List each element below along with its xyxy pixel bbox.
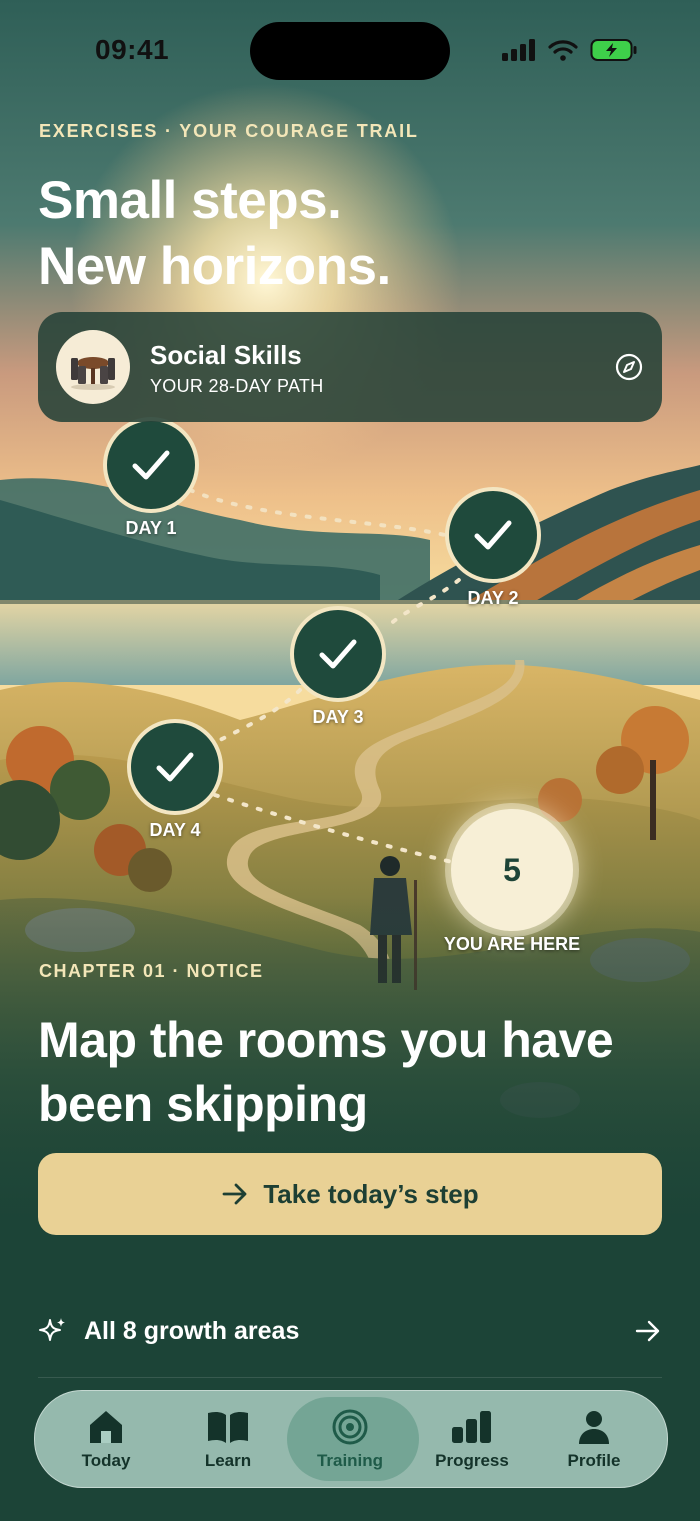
- tab-today[interactable]: Today: [45, 1391, 167, 1487]
- day-4-badge[interactable]: [125, 717, 225, 817]
- chapter-title: Map the rooms you have been skipping: [38, 1012, 614, 1132]
- day-3-badge[interactable]: [288, 604, 388, 704]
- bar-chart-icon: [452, 1411, 491, 1443]
- book-icon: [208, 1411, 248, 1443]
- day-1-badge[interactable]: [101, 415, 201, 515]
- target-icon: [332, 1409, 368, 1445]
- day-2-badge[interactable]: [443, 485, 543, 585]
- growth-areas-label: All 8 growth areas: [84, 1316, 300, 1345]
- day-4-label: DAY 4: [149, 820, 201, 840]
- user-icon: [579, 1411, 609, 1444]
- current-day-badge[interactable]: 5: [451, 809, 573, 931]
- signal-icon: [502, 39, 535, 61]
- you-are-here-label: YOU ARE HERE: [443, 934, 581, 954]
- battery-icon: [590, 39, 637, 61]
- home-icon: [90, 1411, 122, 1443]
- program-subtitle: YOUR 28-DAY PATH: [150, 376, 324, 396]
- arrow-right-icon: [222, 1183, 247, 1205]
- day-1-label: DAY 1: [125, 518, 177, 538]
- program-card[interactable]: Social Skills YOUR 28-DAY PATH: [38, 312, 662, 422]
- arrow-right-icon[interactable]: [634, 1319, 662, 1343]
- wifi-icon: [548, 40, 578, 61]
- take-step-button[interactable]: Take today’s step: [38, 1153, 662, 1235]
- status-time: 09:41: [95, 34, 170, 65]
- dynamic-island: [250, 22, 450, 80]
- program-title: Social Skills: [150, 340, 302, 370]
- dining-table-icon: [71, 357, 115, 390]
- tab-training[interactable]: Training: [287, 1391, 419, 1487]
- tab-progress-label: Progress: [435, 1451, 509, 1470]
- tab-profile-label: Profile: [567, 1451, 621, 1470]
- training-screen: DAY 1 DAY 2 DAY 3 DAY 4 5 YOU ARE HERE 0…: [0, 0, 700, 1521]
- status-bar: 09:41: [0, 0, 700, 100]
- section-eyebrow: EXERCISES · YOUR COURAGE TRAIL: [39, 121, 419, 141]
- page-title-line-1: Small steps.: [38, 171, 342, 230]
- take-step-label: Take today’s step: [263, 1178, 479, 1209]
- page-title-line-2: New horizons.: [38, 237, 391, 296]
- day-2-label: DAY 2: [467, 588, 519, 608]
- program-thumbnail: [56, 330, 130, 404]
- growth-areas-row[interactable]: All 8 growth areas: [38, 1296, 662, 1366]
- day-3-label: DAY 3: [312, 707, 364, 727]
- current-day-number: 5: [503, 851, 521, 888]
- tab-learn[interactable]: Learn: [167, 1391, 289, 1487]
- sparkles-icon: [39, 1318, 65, 1341]
- chapter-eyebrow: CHAPTER 01 · NOTICE: [39, 961, 264, 981]
- tab-learn-label: Learn: [204, 1451, 252, 1470]
- tab-progress[interactable]: Progress: [411, 1391, 533, 1487]
- page-title: Small steps. New horizons.: [38, 168, 391, 300]
- tab-training-label: Training: [316, 1451, 384, 1470]
- tab-profile[interactable]: Profile: [533, 1391, 655, 1487]
- compass-icon[interactable]: [614, 352, 644, 382]
- divider: [38, 1377, 662, 1378]
- tab-today-label: Today: [81, 1451, 131, 1470]
- tab-bar: Today Learn Training Progress Profile: [34, 1390, 668, 1488]
